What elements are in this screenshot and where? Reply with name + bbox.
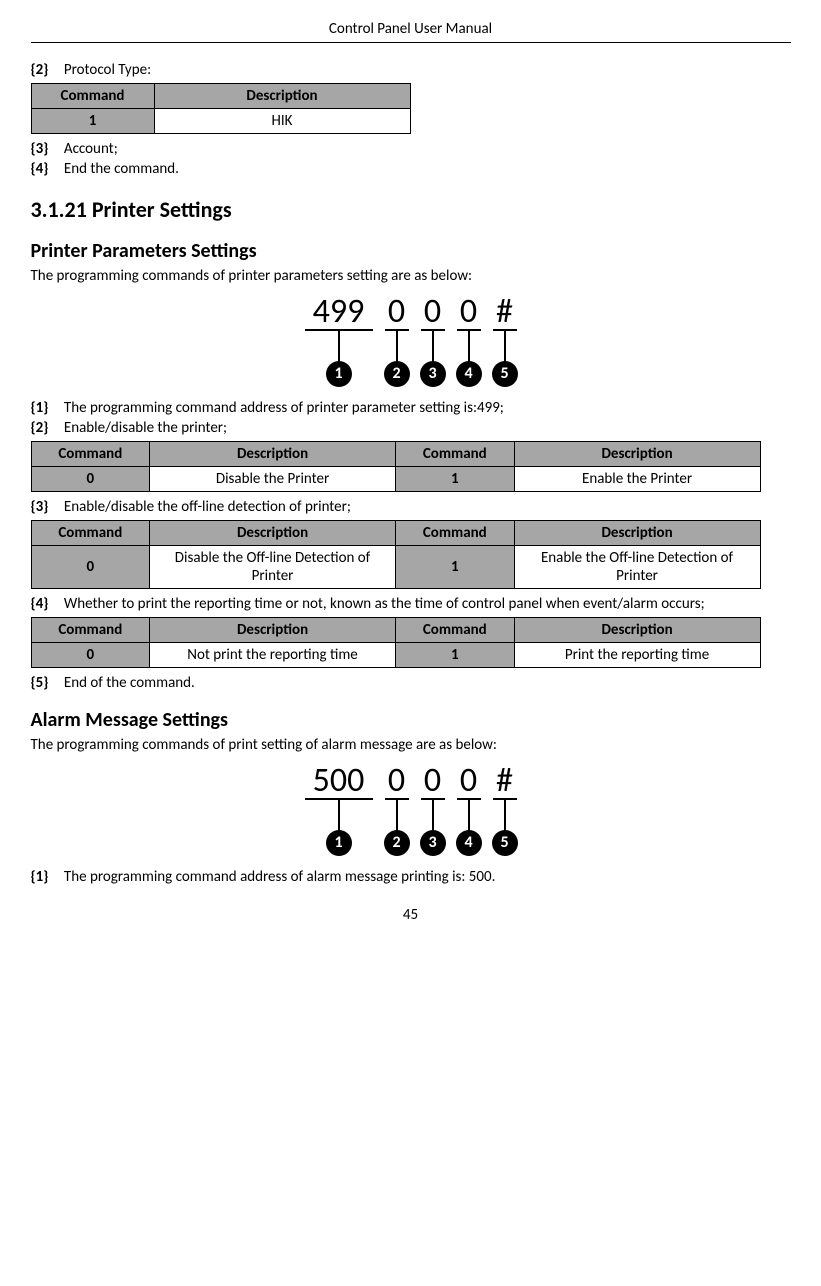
table-cell: 1 xyxy=(395,467,514,492)
intro-text: The programming commands of print settin… xyxy=(31,736,791,754)
table-cell: 0 xyxy=(31,546,150,589)
table-header: Command xyxy=(395,521,514,546)
table-header: Command xyxy=(395,442,514,467)
table-header: Description xyxy=(514,521,760,546)
diagram-part: # xyxy=(487,764,523,798)
item-tag: {2} xyxy=(31,61,61,79)
item-text: Protocol Type: xyxy=(64,61,151,79)
item-account: {3} Account; xyxy=(31,140,791,158)
item-text: Whether to print the reporting time or n… xyxy=(64,595,705,613)
table-header: Command xyxy=(31,521,150,546)
item-tag: {2} xyxy=(31,419,61,437)
diagram-bubble: 1 xyxy=(326,830,352,856)
item-text: The programming command address of alarm… xyxy=(64,868,495,886)
table-cell: 1 xyxy=(395,546,514,589)
item-text: Enable/disable the off-line detection of… xyxy=(64,498,351,516)
table-header: Command xyxy=(31,84,154,109)
table-header: Description xyxy=(150,618,396,643)
diagram-bubble: 2 xyxy=(384,830,410,856)
table-cell: 0 xyxy=(31,643,150,668)
table-cell: 0 xyxy=(31,467,150,492)
diagram-part: 0 xyxy=(451,295,487,329)
table-header: Command xyxy=(31,442,150,467)
item-protocol-type: {2} Protocol Type: xyxy=(31,61,791,79)
diagram-bubble: 4 xyxy=(456,830,482,856)
item-tag: {4} xyxy=(31,160,61,178)
item-end-command: {4} End the command. xyxy=(31,160,791,178)
item-text: End of the command. xyxy=(64,674,195,692)
diagram-part: 0 xyxy=(379,295,415,329)
item-tag: {1} xyxy=(31,399,61,417)
diagram-bubble: 3 xyxy=(420,361,446,387)
printer-offline-table: Command Description Command Description … xyxy=(31,520,761,589)
diagram-part: 0 xyxy=(451,764,487,798)
page-number: 45 xyxy=(31,906,791,924)
diagram-part: 0 xyxy=(415,764,451,798)
table-cell: Print the reporting time xyxy=(514,643,760,668)
table-cell: 1 xyxy=(395,643,514,668)
intro-text: The programming commands of printer para… xyxy=(31,267,791,285)
section-heading: 3.1.21 Printer Settings xyxy=(31,196,791,223)
diagram-part: # xyxy=(487,295,523,329)
diagram-part: 0 xyxy=(415,295,451,329)
printer-item: {1} The programming command address of p… xyxy=(31,399,791,417)
diagram-part: 499 xyxy=(299,295,379,329)
table-header: Description xyxy=(154,84,410,109)
item-tag: {4} xyxy=(31,595,61,613)
diagram-bubble: 5 xyxy=(492,361,518,387)
table-cell: HIK xyxy=(154,109,410,134)
header-title: Control Panel User Manual xyxy=(31,20,791,43)
protocol-type-table: Command Description 1 HIK xyxy=(31,83,411,134)
item-tag: {1} xyxy=(31,868,61,886)
printer-item: {2} Enable/disable the printer; xyxy=(31,419,791,437)
table-header: Description xyxy=(514,618,760,643)
item-text: The programming command address of print… xyxy=(64,399,504,417)
table-header: Description xyxy=(514,442,760,467)
item-text: End the command. xyxy=(64,160,179,178)
item-text: Enable/disable the printer; xyxy=(64,419,227,437)
item-tag: {3} xyxy=(31,498,61,516)
printer-report-time-table: Command Description Command Description … xyxy=(31,617,761,668)
subsection-heading: Alarm Message Settings xyxy=(31,708,791,732)
table-header: Command xyxy=(395,618,514,643)
command-diagram-499: 499 0 0 0 # 1 2 3 4 5 xyxy=(261,295,561,387)
diagram-bubble: 3 xyxy=(420,830,446,856)
alarm-item: {1} The programming command address of a… xyxy=(31,868,791,886)
diagram-bubble: 4 xyxy=(456,361,482,387)
table-header: Description xyxy=(150,521,396,546)
diagram-bubble: 5 xyxy=(492,830,518,856)
printer-enable-table: Command Description Command Description … xyxy=(31,441,761,492)
table-cell: Enable the Printer xyxy=(514,467,760,492)
item-text: Account; xyxy=(64,140,118,158)
table-cell: Not print the reporting time xyxy=(150,643,396,668)
table-cell: Disable the Off-line Detection of Printe… xyxy=(150,546,396,589)
subsection-heading: Printer Parameters Settings xyxy=(31,239,791,263)
table-header: Command xyxy=(31,618,150,643)
table-cell: Enable the Off-line Detection of Printer xyxy=(514,546,760,589)
diagram-part: 500 xyxy=(299,764,379,798)
diagram-bubble: 1 xyxy=(326,361,352,387)
table-cell: Disable the Printer xyxy=(150,467,396,492)
item-tag: {5} xyxy=(31,674,61,692)
diagram-part: 0 xyxy=(379,764,415,798)
table-cell: 1 xyxy=(31,109,154,134)
printer-item: {4} Whether to print the reporting time … xyxy=(31,595,791,613)
item-tag: {3} xyxy=(31,140,61,158)
diagram-bubble: 2 xyxy=(384,361,410,387)
printer-item: {5} End of the command. xyxy=(31,674,791,692)
command-diagram-500: 500 0 0 0 # 1 2 3 4 5 xyxy=(261,764,561,856)
printer-item: {3} Enable/disable the off-line detectio… xyxy=(31,498,791,516)
table-header: Description xyxy=(150,442,396,467)
